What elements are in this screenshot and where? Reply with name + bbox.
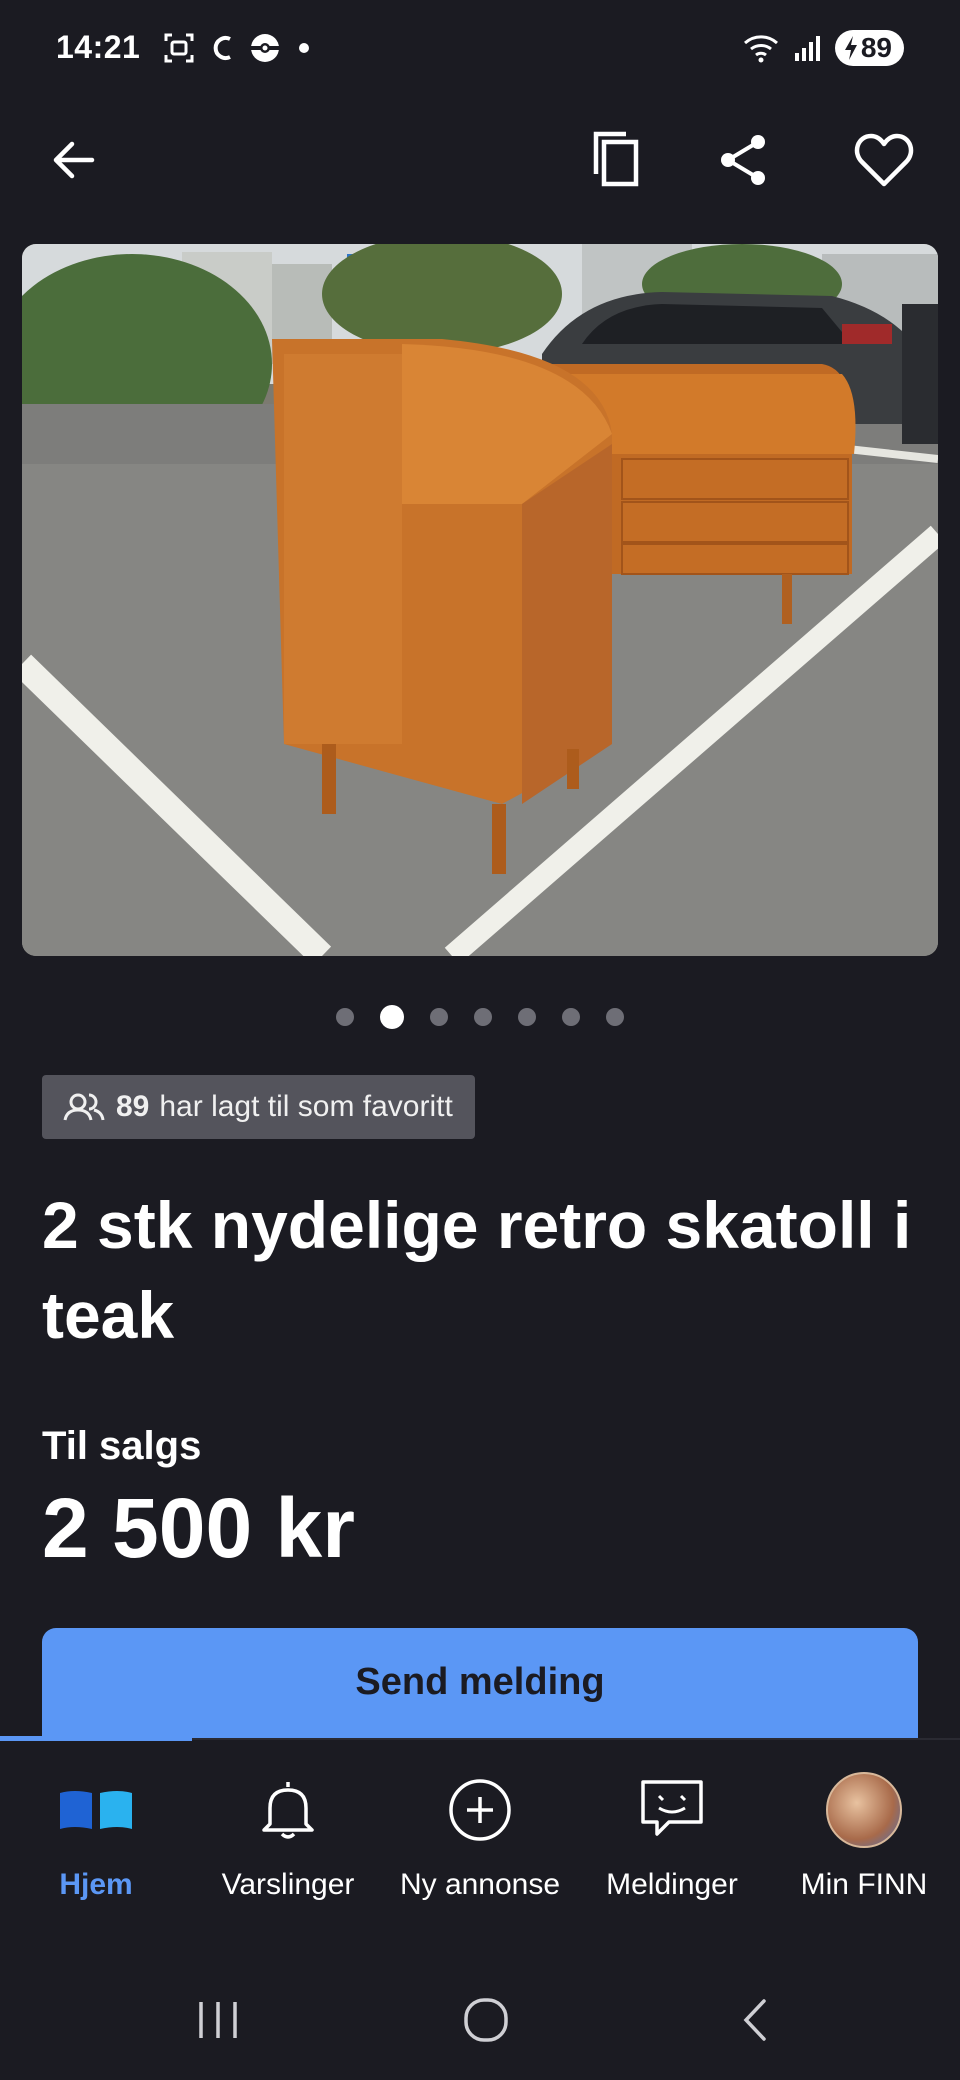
recent-apps-icon <box>199 2002 237 2038</box>
carousel-dot[interactable] <box>474 1008 492 1026</box>
bell-icon <box>258 1770 318 1850</box>
nav-label-my-finn: Min FINN <box>800 1868 928 1901</box>
send-message-button[interactable]: Send melding <box>42 1628 918 1740</box>
nav-label-new-ad: Ny annonse <box>399 1868 561 1901</box>
wifi-icon <box>743 34 778 62</box>
photo-carousel-dots <box>0 1000 960 1034</box>
recent-apps-button[interactable] <box>178 1988 258 2052</box>
nav-item-home[interactable]: Hjem <box>0 1770 192 1930</box>
charging-bolt-icon <box>844 35 857 60</box>
status-bar: 14:21 89 <box>0 0 960 95</box>
back-arrow-icon <box>53 141 95 179</box>
photo-illustration <box>22 244 938 956</box>
listing-price: 2 500 kr <box>42 1481 355 1575</box>
favorites-badge: 89 har lagt til som favoritt <box>42 1075 475 1139</box>
top-app-bar <box>0 110 960 210</box>
system-navigation-bar <box>0 1960 960 2080</box>
nav-item-my-finn[interactable]: Min FINN <box>768 1770 960 1930</box>
carousel-dot[interactable] <box>606 1008 624 1026</box>
share-icon <box>721 135 765 185</box>
nav-label-messages: Meldinger <box>606 1868 738 1901</box>
carousel-dot[interactable] <box>562 1008 580 1026</box>
chat-icon <box>639 1770 705 1850</box>
home-button[interactable] <box>446 1988 526 2052</box>
status-icons-right: 89 <box>741 29 904 66</box>
nav-item-messages[interactable]: Meldinger <box>576 1770 768 1930</box>
home-circle-icon <box>464 1998 508 2042</box>
favorite-button[interactable] <box>852 128 916 192</box>
back-button[interactable] <box>42 128 106 192</box>
sale-type-label: Til salgs <box>42 1424 202 1468</box>
battery-indicator: 89 <box>834 29 904 66</box>
status-time: 14:21 <box>56 29 141 65</box>
nav-item-new-ad[interactable]: Ny annonse <box>384 1770 576 1930</box>
pokeball-icon <box>251 33 280 62</box>
bottom-navigation: Hjem Varslinger Ny annonse Meldinger Min… <box>0 1736 960 1948</box>
listing-title: 2 stk nydelige retro skatoll i teak <box>42 1188 912 1352</box>
notification-dot-icon <box>299 42 310 53</box>
heart-icon <box>854 133 914 187</box>
active-tab-indicator <box>0 1736 192 1741</box>
status-icons-left <box>162 31 314 65</box>
copy-icon <box>593 131 639 187</box>
nav-item-notifications[interactable]: Varslinger <box>192 1770 384 1930</box>
people-icon <box>63 1093 105 1121</box>
listing-photo[interactable] <box>22 244 938 956</box>
plus-circle-icon <box>447 1770 513 1850</box>
carousel-dot[interactable] <box>336 1008 354 1026</box>
battery-level: 89 <box>860 31 892 63</box>
favorites-count: 89 <box>116 1090 150 1123</box>
avatar-wrapper <box>826 1770 902 1850</box>
carousel-dot[interactable] <box>518 1008 536 1026</box>
c-app-icon <box>214 35 232 60</box>
chevron-left-icon <box>743 1999 766 2041</box>
carousel-dot[interactable] <box>380 1005 404 1029</box>
carousel-dot[interactable] <box>430 1008 448 1026</box>
signal-icon <box>794 35 820 61</box>
nav-label-home: Hjem <box>59 1868 133 1901</box>
system-back-button[interactable] <box>716 1988 796 2052</box>
nav-label-notifications: Varslinger <box>221 1868 355 1901</box>
home-icon <box>56 1770 136 1850</box>
share-button[interactable] <box>712 128 776 192</box>
screenshot-icon <box>164 33 194 62</box>
copy-button[interactable] <box>584 128 648 192</box>
favorites-text: har lagt til som favoritt <box>159 1090 453 1123</box>
avatar <box>826 1772 902 1848</box>
